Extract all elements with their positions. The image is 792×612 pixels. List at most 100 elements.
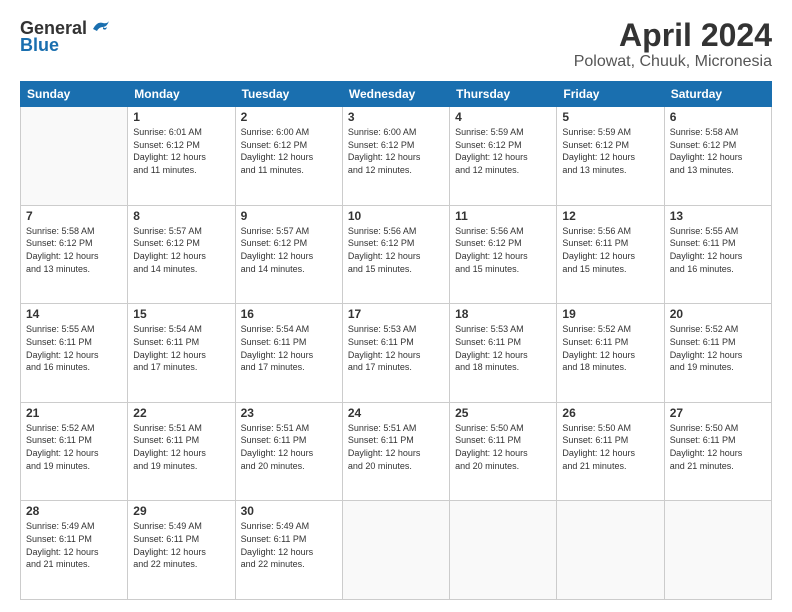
calendar-cell: 18 Sunrise: 5:53 AM Sunset: 6:11 PM Dayli… xyxy=(450,304,557,403)
day-info: Sunrise: 5:51 AM Sunset: 6:11 PM Dayligh… xyxy=(241,422,337,472)
calendar-cell: 3Sunrise: 6:00 AM Sunset: 6:12 PM Daylig… xyxy=(342,107,449,206)
day-number: 13 xyxy=(670,209,766,223)
day-number: 29 xyxy=(133,504,229,518)
day-info: Sunrise: 5:52 AM Sunset: 6:11 PM Dayligh… xyxy=(670,323,766,373)
day-number: 22 xyxy=(133,406,229,420)
calendar-cell: 23 Sunrise: 5:51 AM Sunset: 6:11 PM Dayli… xyxy=(235,402,342,501)
week-row-2: 7 Sunrise: 5:58 AM Sunset: 6:12 PM Daylig… xyxy=(21,205,772,304)
day-info: Sunrise: 5:58 AM Sunset: 6:12 PM Dayligh… xyxy=(670,126,766,176)
calendar-cell xyxy=(342,501,449,600)
day-info: Sunrise: 5:56 AM Sunset: 6:11 PM Dayligh… xyxy=(562,225,658,275)
day-number: 19 xyxy=(562,307,658,321)
day-number: 11 xyxy=(455,209,551,223)
day-number: 2 xyxy=(241,110,337,124)
day-info: Sunrise: 5:54 AM Sunset: 6:11 PM Dayligh… xyxy=(241,323,337,373)
calendar-cell: 5 Sunrise: 5:59 AM Sunset: 6:12 PM Daylig… xyxy=(557,107,664,206)
day-number: 25 xyxy=(455,406,551,420)
day-number: 10 xyxy=(348,209,444,223)
day-number: 26 xyxy=(562,406,658,420)
week-row-3: 14 Sunrise: 5:55 AM Sunset: 6:11 PM Dayli… xyxy=(21,304,772,403)
day-number: 30 xyxy=(241,504,337,518)
day-number: 17 xyxy=(348,307,444,321)
calendar-cell: 24 Sunrise: 5:51 AM Sunset: 6:11 PM Dayli… xyxy=(342,402,449,501)
day-number: 14 xyxy=(26,307,122,321)
day-number: 28 xyxy=(26,504,122,518)
col-sunday: Sunday xyxy=(21,82,128,107)
day-number: 12 xyxy=(562,209,658,223)
day-info: Sunrise: 5:49 AM Sunset: 6:11 PM Dayligh… xyxy=(26,520,122,570)
col-friday: Friday xyxy=(557,82,664,107)
calendar-cell: 15 Sunrise: 5:54 AM Sunset: 6:11 PM Dayli… xyxy=(128,304,235,403)
day-info: Sunrise: 5:49 AM Sunset: 6:11 PM Dayligh… xyxy=(241,520,337,570)
calendar-cell: 13 Sunrise: 5:55 AM Sunset: 6:11 PM Dayli… xyxy=(664,205,771,304)
calendar-cell: 22 Sunrise: 5:51 AM Sunset: 6:11 PM Dayli… xyxy=(128,402,235,501)
day-info: Sunrise: 5:59 AM Sunset: 6:12 PM Dayligh… xyxy=(562,126,658,176)
day-info: Sunrise: 5:56 AM Sunset: 6:12 PM Dayligh… xyxy=(455,225,551,275)
day-number: 15 xyxy=(133,307,229,321)
calendar-cell xyxy=(664,501,771,600)
col-thursday: Thursday xyxy=(450,82,557,107)
page: General Blue April 2024 Polowat, Chuuk, … xyxy=(0,0,792,612)
day-info: Sunrise: 5:55 AM Sunset: 6:11 PM Dayligh… xyxy=(26,323,122,373)
day-info: Sunrise: 6:00 AM Sunset: 6:12 PM Dayligh… xyxy=(241,126,337,176)
day-info: Sunrise: 5:57 AM Sunset: 6:12 PM Dayligh… xyxy=(241,225,337,275)
calendar-cell: 30 Sunrise: 5:49 AM Sunset: 6:11 PM Dayli… xyxy=(235,501,342,600)
day-info: Sunrise: 5:56 AM Sunset: 6:12 PM Dayligh… xyxy=(348,225,444,275)
day-info: Sunrise: 5:50 AM Sunset: 6:11 PM Dayligh… xyxy=(670,422,766,472)
day-number: 7 xyxy=(26,209,122,223)
day-info: Sunrise: 5:53 AM Sunset: 6:11 PM Dayligh… xyxy=(348,323,444,373)
day-number: 18 xyxy=(455,307,551,321)
day-info: Sunrise: 6:01 AM Sunset: 6:12 PM Dayligh… xyxy=(133,126,229,176)
day-info: Sunrise: 5:50 AM Sunset: 6:11 PM Dayligh… xyxy=(562,422,658,472)
day-number: 16 xyxy=(241,307,337,321)
day-info: Sunrise: 5:51 AM Sunset: 6:11 PM Dayligh… xyxy=(348,422,444,472)
calendar-cell: 12 Sunrise: 5:56 AM Sunset: 6:11 PM Dayli… xyxy=(557,205,664,304)
day-number: 20 xyxy=(670,307,766,321)
day-number: 4 xyxy=(455,110,551,124)
day-info: Sunrise: 5:58 AM Sunset: 6:12 PM Dayligh… xyxy=(26,225,122,275)
calendar-cell: 4 Sunrise: 5:59 AM Sunset: 6:12 PM Daylig… xyxy=(450,107,557,206)
calendar-cell: 20 Sunrise: 5:52 AM Sunset: 6:11 PM Dayli… xyxy=(664,304,771,403)
day-info: Sunrise: 5:52 AM Sunset: 6:11 PM Dayligh… xyxy=(26,422,122,472)
calendar-cell: 29 Sunrise: 5:49 AM Sunset: 6:11 PM Dayli… xyxy=(128,501,235,600)
day-number: 1 xyxy=(133,110,229,124)
calendar-cell: 28 Sunrise: 5:49 AM Sunset: 6:11 PM Dayli… xyxy=(21,501,128,600)
day-info: Sunrise: 5:53 AM Sunset: 6:11 PM Dayligh… xyxy=(455,323,551,373)
calendar-cell: 6 Sunrise: 5:58 AM Sunset: 6:12 PM Daylig… xyxy=(664,107,771,206)
day-number: 5 xyxy=(562,110,658,124)
calendar-cell: 26 Sunrise: 5:50 AM Sunset: 6:11 PM Dayli… xyxy=(557,402,664,501)
day-info: Sunrise: 5:55 AM Sunset: 6:11 PM Dayligh… xyxy=(670,225,766,275)
logo: General Blue xyxy=(20,18,111,56)
day-info: Sunrise: 6:00 AM Sunset: 6:12 PM Dayligh… xyxy=(348,126,444,176)
day-info: Sunrise: 5:50 AM Sunset: 6:11 PM Dayligh… xyxy=(455,422,551,472)
calendar-cell: 19Sunrise: 5:52 AM Sunset: 6:11 PM Dayli… xyxy=(557,304,664,403)
day-number: 23 xyxy=(241,406,337,420)
calendar-cell: 21 Sunrise: 5:52 AM Sunset: 6:11 PM Dayli… xyxy=(21,402,128,501)
calendar-cell: 9Sunrise: 5:57 AM Sunset: 6:12 PM Daylig… xyxy=(235,205,342,304)
calendar-cell: 11 Sunrise: 5:56 AM Sunset: 6:12 PM Dayli… xyxy=(450,205,557,304)
calendar-cell: 1 Sunrise: 6:01 AM Sunset: 6:12 PM Daylig… xyxy=(128,107,235,206)
calendar-cell xyxy=(450,501,557,600)
calendar-cell: 25 Sunrise: 5:50 AM Sunset: 6:11 PM Dayli… xyxy=(450,402,557,501)
calendar-cell: 17 Sunrise: 5:53 AM Sunset: 6:11 PM Dayli… xyxy=(342,304,449,403)
day-info: Sunrise: 5:51 AM Sunset: 6:11 PM Dayligh… xyxy=(133,422,229,472)
day-info: Sunrise: 5:57 AM Sunset: 6:12 PM Dayligh… xyxy=(133,225,229,275)
week-row-1: 1 Sunrise: 6:01 AM Sunset: 6:12 PM Daylig… xyxy=(21,107,772,206)
calendar-header-row: Sunday Monday Tuesday Wednesday Thursday… xyxy=(21,82,772,107)
day-number: 6 xyxy=(670,110,766,124)
logo-blue: Blue xyxy=(20,35,59,56)
logo-bird-icon xyxy=(89,19,111,39)
calendar-cell: 27 Sunrise: 5:50 AM Sunset: 6:11 PM Dayli… xyxy=(664,402,771,501)
day-number: 27 xyxy=(670,406,766,420)
day-number: 24 xyxy=(348,406,444,420)
day-info: Sunrise: 5:49 AM Sunset: 6:11 PM Dayligh… xyxy=(133,520,229,570)
calendar-cell xyxy=(21,107,128,206)
day-info: Sunrise: 5:54 AM Sunset: 6:11 PM Dayligh… xyxy=(133,323,229,373)
calendar-cell: 14 Sunrise: 5:55 AM Sunset: 6:11 PM Dayli… xyxy=(21,304,128,403)
col-tuesday: Tuesday xyxy=(235,82,342,107)
col-saturday: Saturday xyxy=(664,82,771,107)
col-monday: Monday xyxy=(128,82,235,107)
calendar-cell: 10 Sunrise: 5:56 AM Sunset: 6:12 PM Dayli… xyxy=(342,205,449,304)
day-number: 21 xyxy=(26,406,122,420)
day-info: Sunrise: 5:59 AM Sunset: 6:12 PM Dayligh… xyxy=(455,126,551,176)
